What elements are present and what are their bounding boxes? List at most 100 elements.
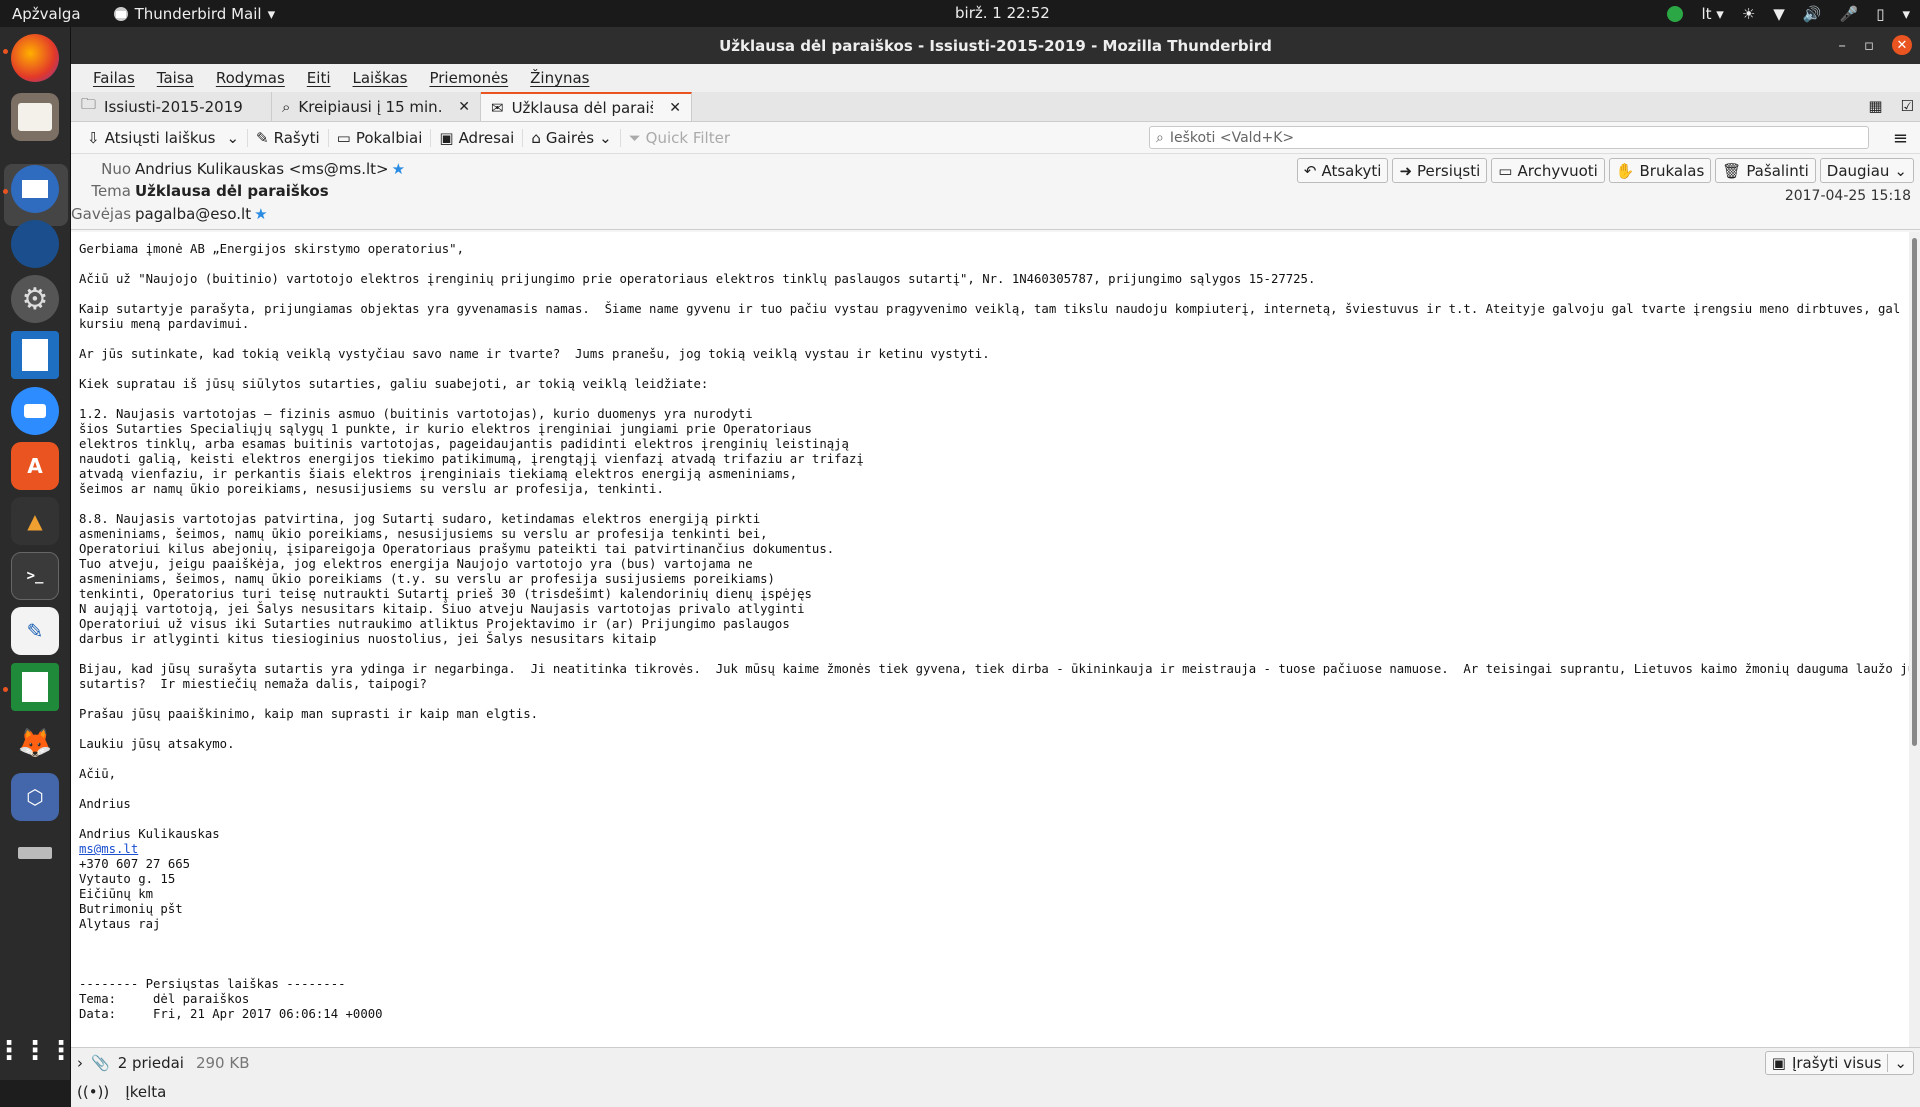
more-button[interactable]: Daugiau ⌄	[1819, 158, 1914, 183]
thunderbird-icon[interactable]	[11, 165, 59, 213]
archive-icon: ▭	[1498, 161, 1513, 180]
to-value[interactable]: pagalba@eso.lt ★	[135, 205, 268, 223]
check-status-icon[interactable]	[1667, 5, 1684, 22]
attachment-count[interactable]: 2 priedai	[118, 1054, 184, 1072]
star-icon[interactable]: ★	[392, 160, 405, 178]
app-menu[interactable]: Thunderbird Mail ▾	[113, 5, 275, 23]
app-grid-icon[interactable]: ⋮⋮⋮	[0, 1027, 74, 1075]
save-icon: ▣	[1771, 1054, 1786, 1072]
tasks-icon[interactable]: ☑	[1901, 97, 1914, 115]
volume-icon[interactable]: 🔊	[1803, 5, 1822, 23]
search-input[interactable]: ⌕ Ieškoti <Vald+K>	[1149, 126, 1869, 149]
inkscape-icon[interactable]: ▲	[11, 497, 59, 545]
language-indicator[interactable]: lt ▾	[1701, 5, 1723, 23]
attachment-bar: › 📎 2 priedai 290 KB ▣ Įrašyti visus ⌄	[71, 1047, 1920, 1077]
window-titlebar[interactable]: Užklausa dėl paraiškos - Issiusti-2015-2…	[71, 27, 1920, 64]
brightness-icon[interactable]: ☀	[1742, 5, 1755, 23]
message-date: 2017-04-25 15:18	[1784, 188, 1911, 204]
quick-filter-button[interactable]: ⏷ Quick Filter	[621, 129, 738, 147]
tab-search[interactable]: ⌕ Kreipiausi į 15 min. dė ✕	[272, 92, 481, 121]
message-header: Nuo Andrius Kulikauskas <ms@ms.lt> ★ Tema…	[71, 154, 1920, 230]
hamburger-menu-icon[interactable]: ≡	[1893, 128, 1908, 149]
delete-button[interactable]: 🗑 Pašalinti	[1715, 158, 1816, 183]
system-tray[interactable]: lt ▾ ☀ ▼ 🔊 🎤 ▯ ▾	[1667, 0, 1910, 27]
menu-tools[interactable]: Priemonės	[418, 69, 519, 87]
close-icon[interactable]: ✕	[1892, 35, 1912, 55]
write-button[interactable]: ✎ Rašyti	[248, 128, 329, 147]
calendar-icon[interactable]: ▦	[1868, 97, 1882, 115]
settings-icon[interactable]: ⚙	[11, 275, 59, 323]
clock[interactable]: birž. 1 22:52	[955, 4, 1050, 22]
from-address[interactable]: Andrius Kulikauskas <ms@ms.lt>	[135, 160, 389, 178]
zoom-icon[interactable]	[11, 387, 59, 435]
menu-edit[interactable]: Taisa	[146, 69, 205, 87]
forward-icon: ➜	[1399, 161, 1413, 180]
minimize-icon[interactable]: –	[1838, 36, 1846, 54]
search-icon: ⌕	[282, 97, 291, 116]
wifi-icon[interactable]: ▼	[1773, 5, 1785, 23]
dock: ⚙ A ▲ >_ ✎ 🦊 ⬡ ⋮⋮⋮	[0, 27, 74, 1080]
address-book-button[interactable]: ▣ Adresai	[431, 128, 524, 147]
text-editor-icon[interactable]: ✎	[11, 607, 59, 655]
forward-label: Persiųsti	[1417, 161, 1481, 180]
chevron-down-icon: ▾	[267, 4, 276, 23]
terminal-icon[interactable]: >_	[11, 552, 59, 600]
menu-file[interactable]: Failas	[82, 69, 146, 87]
email-link[interactable]: ms@ms.lt	[79, 842, 138, 856]
microphone-icon[interactable]: 🎤	[1840, 5, 1859, 23]
firefox-icon[interactable]	[11, 34, 59, 82]
maximize-icon[interactable]: ▫	[1864, 36, 1874, 54]
junk-button[interactable]: ✋ Brukalas	[1608, 158, 1712, 183]
menu-view[interactable]: Rodymas	[205, 69, 296, 87]
tab-message[interactable]: ✉ Užklausa dėl paraiškos ✕	[481, 92, 692, 121]
archive-button[interactable]: ▭ Archyvuoti	[1491, 158, 1605, 183]
network-icon[interactable]: ⬡	[11, 773, 59, 821]
writer-icon[interactable]	[11, 331, 59, 379]
language-label: lt	[1701, 4, 1712, 23]
chevron-right-icon[interactable]: ›	[77, 1054, 83, 1072]
get-mail-button[interactable]: ⇩ Atsiųsti laiškus ⌄	[79, 128, 249, 147]
junk-label: Brukalas	[1639, 161, 1705, 180]
chat-icon: ▭	[336, 128, 351, 147]
chevron-down-icon[interactable]: ⌄	[1887, 1054, 1913, 1072]
close-icon[interactable]: ✕	[669, 100, 681, 116]
activities-button[interactable]: Apžvalga	[0, 5, 93, 23]
menu-go[interactable]: Eiti	[296, 69, 342, 87]
to-address[interactable]: pagalba@eso.lt	[135, 205, 251, 223]
envelope-icon: ✉	[491, 98, 504, 117]
forward-button[interactable]: ➜ Persiųsti	[1392, 158, 1488, 183]
tab-label: Užklausa dėl paraiškos	[511, 98, 654, 117]
tags-button[interactable]: ⌂ Gairės ⌄	[523, 128, 621, 147]
calc-icon[interactable]	[11, 663, 59, 711]
attachment-size: 290 KB	[195, 1053, 250, 1072]
message-text: Gerbiama įmonė AB „Energijos skirstymo o…	[71, 232, 1909, 1032]
address-book-label: Adresai	[458, 128, 515, 147]
connection-icon[interactable]: ((•))	[77, 1083, 109, 1101]
tab-folder[interactable]: 🗀 Issiusti-2015-2019	[71, 92, 272, 121]
vertical-scrollbar[interactable]	[1909, 232, 1920, 1047]
save-all-button[interactable]: ▣ Įrašyti visus ⌄	[1764, 1051, 1914, 1075]
reply-button[interactable]: ↶ Atsakyti	[1296, 158, 1389, 183]
junk-icon: ✋	[1615, 161, 1635, 180]
chevron-down-icon[interactable]: ▾	[1902, 5, 1910, 23]
drive-icon[interactable]	[11, 829, 59, 877]
menu-help[interactable]: Žinynas	[519, 69, 600, 87]
chat-button[interactable]: ▭ Pokalbiai	[329, 128, 432, 147]
scrollbar-thumb[interactable]	[1912, 238, 1917, 746]
write-label: Rašyti	[273, 128, 320, 147]
tab-bar: 🗀 Issiusti-2015-2019 ⌕ Kreipiausi į 15 m…	[71, 92, 1920, 122]
star-icon[interactable]: ★	[254, 205, 267, 223]
message-body[interactable]: Gerbiama įmonė AB „Energijos skirstymo o…	[71, 232, 1909, 1047]
gimp-icon[interactable]: 🦊	[11, 718, 59, 766]
close-icon[interactable]: ✕	[458, 99, 470, 115]
from-value[interactable]: Andrius Kulikauskas <ms@ms.lt> ★	[135, 160, 405, 178]
files-icon[interactable]	[11, 93, 59, 141]
battery-icon[interactable]: ▯	[1876, 5, 1884, 23]
quick-filter-label: Quick Filter	[645, 128, 730, 147]
chevron-down-icon[interactable]: ⌄	[226, 129, 239, 147]
from-label: Nuo	[101, 160, 131, 178]
rhythmbox-icon[interactable]	[11, 220, 59, 268]
software-center-icon[interactable]: A	[11, 442, 59, 490]
tags-label: Gairės	[545, 128, 595, 147]
menu-message[interactable]: Laiškas	[342, 69, 419, 87]
